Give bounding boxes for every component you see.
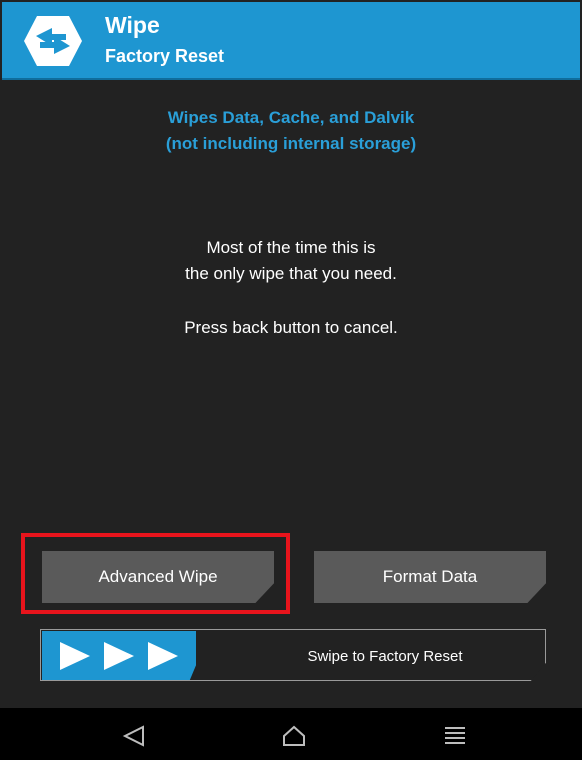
- navigation-bar: [0, 708, 582, 760]
- menu-icon[interactable]: [442, 725, 468, 747]
- twrp-logo-icon: [24, 16, 82, 66]
- info-line-1: Wipes Data, Cache, and Dalvik: [167, 108, 415, 127]
- triple-arrow-icon: [60, 642, 178, 670]
- message-line-3: Press back button to cancel.: [184, 318, 398, 337]
- format-data-button[interactable]: Format Data: [314, 551, 546, 603]
- highlight-box: [21, 533, 290, 614]
- page-subtitle: Factory Reset: [105, 46, 225, 66]
- home-icon[interactable]: [281, 725, 307, 747]
- page-title: Wipe: [105, 12, 160, 38]
- header-bar: Wipe Factory Reset: [2, 2, 580, 80]
- swipe-label: Swipe to Factory Reset: [307, 648, 463, 665]
- message-line-2: the only wipe that you need.: [185, 264, 397, 283]
- info-line-2: (not including internal storage): [165, 134, 417, 153]
- back-icon[interactable]: [121, 725, 147, 747]
- message-line-1: Most of the time this is: [206, 238, 376, 257]
- screen: Wipe Factory Reset Wipes Data, Cache, an…: [0, 0, 582, 760]
